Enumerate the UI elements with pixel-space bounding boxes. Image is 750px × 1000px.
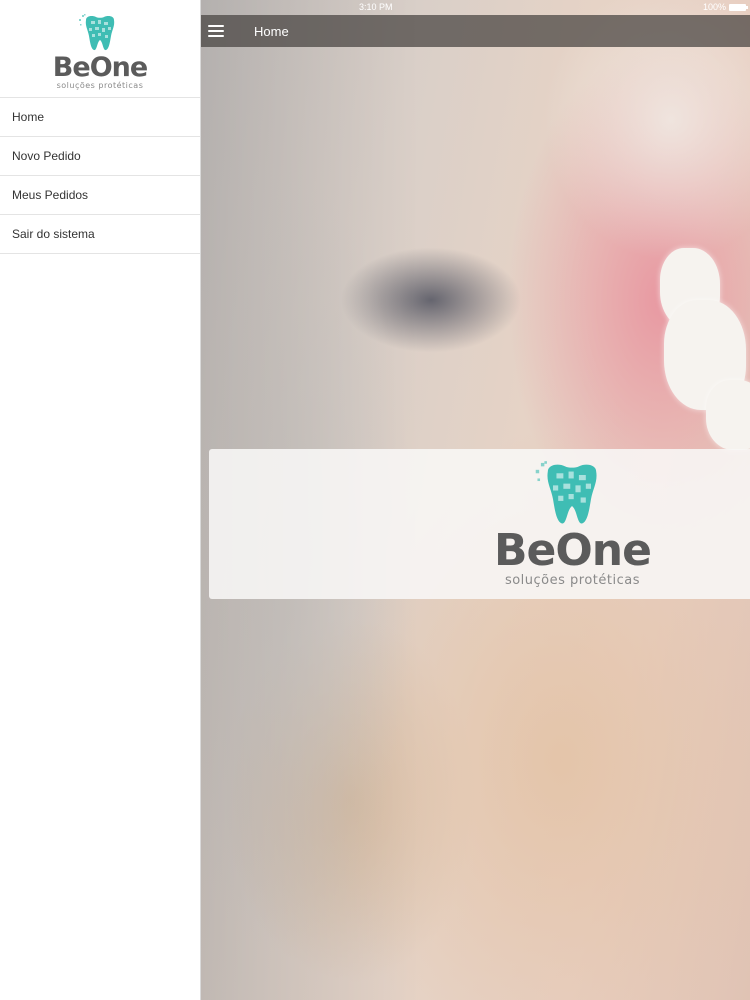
sidebar-item-label: Home: [12, 110, 45, 124]
sidebar-item-novo-pedido[interactable]: Novo Pedido: [0, 137, 200, 176]
status-time: 3:10 PM: [359, 2, 393, 12]
sidebar-item-home[interactable]: Home: [0, 98, 200, 137]
app: BeOne soluções protéticas Home Novo Pedi…: [0, 0, 750, 1000]
sidebar-item-label: Novo Pedido: [12, 149, 81, 163]
page-title: Home: [254, 23, 289, 39]
banner-brand-tagline: soluções protéticas: [504, 573, 640, 588]
tooth-logo-icon: [79, 14, 115, 51]
sidebar-item-sair[interactable]: Sair do sistema: [0, 215, 200, 254]
brand-banner: BeOne soluções protéticas: [209, 449, 750, 599]
status-battery: 100%: [702, 2, 748, 12]
banner-brand-name: BeOne: [494, 525, 652, 576]
sidebar: BeOne soluções protéticas Home Novo Pedi…: [0, 0, 201, 1000]
sidebar-item-label: Meus Pedidos: [12, 188, 89, 202]
battery-percent: 100%: [702, 2, 726, 12]
tooth-logo-icon: [536, 461, 597, 524]
sidebar-item-meus-pedidos[interactable]: Meus Pedidos: [0, 176, 200, 215]
hamburger-icon[interactable]: [208, 25, 224, 37]
sidebar-item-label: Sair do sistema: [12, 227, 95, 241]
status-bar: 3:10 PM 100%: [201, 0, 750, 15]
main-content: 3:10 PM 100% Home BeOne soluções protéti…: [201, 0, 750, 1000]
sidebar-logo: BeOne soluções protéticas: [0, 0, 200, 98]
battery-icon: [729, 3, 748, 11]
sidebar-menu: Home Novo Pedido Meus Pedidos Sair do si…: [0, 98, 200, 254]
sidebar-brand-tagline: soluções protéticas: [56, 81, 144, 90]
sidebar-brand-name: BeOne: [52, 52, 148, 83]
top-navbar: Home: [201, 15, 750, 47]
banner-logo: BeOne soluções protéticas: [494, 461, 652, 588]
